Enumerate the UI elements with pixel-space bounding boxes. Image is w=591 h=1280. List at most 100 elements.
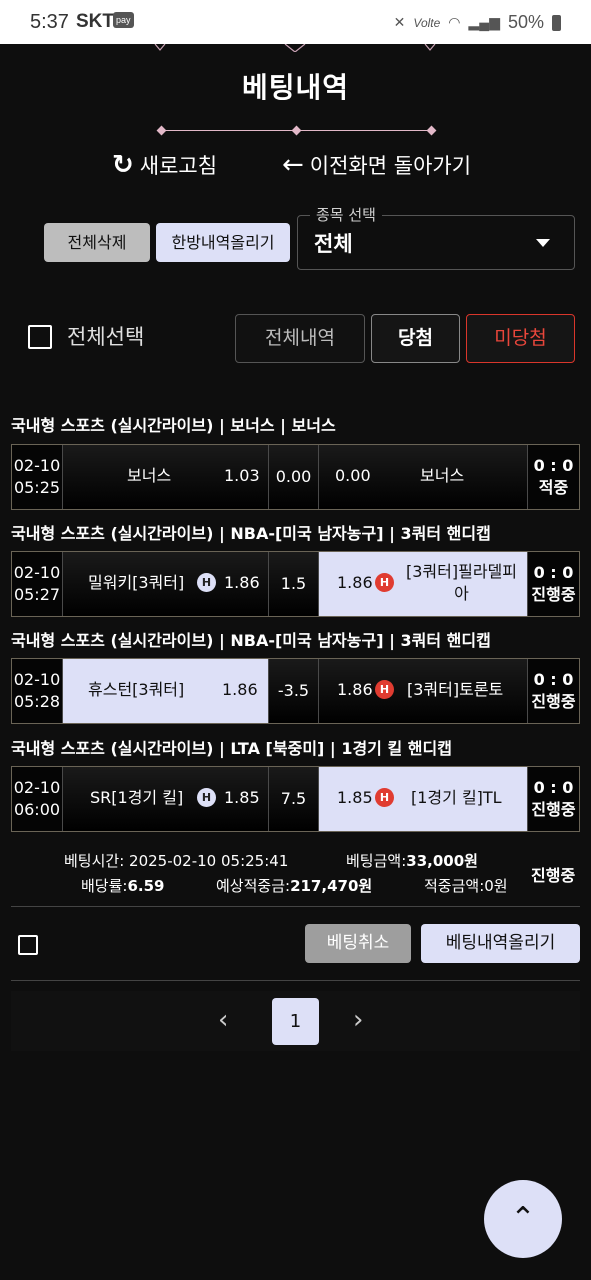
- bet-result: 진행중: [531, 800, 576, 819]
- away-badge-icon: H: [375, 788, 394, 807]
- bet-date: 02-10: [13, 778, 61, 797]
- odds-summary: 배당률:6.59: [81, 875, 164, 896]
- bet-date: 02-10: [13, 670, 61, 689]
- away-pick[interactable]: 1.86 H [3쿼터]토론토: [319, 659, 527, 723]
- bet-row: 02-10 06:00 SR[1경기 킬] H 1.85 7.5 1.85 H …: [11, 766, 580, 832]
- bet-time: 05:25: [13, 478, 61, 497]
- home-team: 보너스: [127, 466, 172, 485]
- bet-status: 0 : 0 적중: [527, 445, 579, 509]
- bet-category-title: 국내형 스포츠 (실시간라이브) | NBA-[미국 남자농구] | 3쿼터 핸…: [11, 631, 491, 650]
- bet-category-title: 국내형 스포츠 (실시간라이브) | LTA [북중미] | 1경기 킬 핸디캡: [11, 739, 452, 758]
- mute-icon: ✕: [393, 14, 406, 30]
- away-badge-icon: H: [375, 680, 394, 699]
- away-team: [1경기 킬]TL: [411, 788, 502, 807]
- wifi-icon: ◠: [448, 14, 461, 30]
- home-odds: 1.86: [222, 680, 258, 699]
- expected-summary: 예상적중금:217,470원: [216, 875, 372, 896]
- bet-category-title: 국내형 스포츠 (실시간라이브) | NBA-[미국 남자농구] | 3쿼터 핸…: [11, 524, 491, 543]
- bet-time: 05:28: [13, 692, 61, 711]
- bet-result: 진행중: [531, 692, 576, 711]
- home-team: 밀워키[3쿼터]: [88, 573, 185, 592]
- bet-row: 02-10 05:27 밀워키[3쿼터] H 1.86 1.5 1.86 H […: [11, 551, 580, 617]
- handicap-value: 0.00: [268, 445, 319, 509]
- filter-win-button[interactable]: 당첨: [371, 314, 460, 363]
- refresh-button[interactable]: ↻ 새로고침: [112, 150, 217, 180]
- volte-icon: Volte: [413, 15, 441, 30]
- away-pick-selected[interactable]: 1.86 H [3쿼터]필라델피 아: [319, 552, 527, 616]
- back-label: 이전화면 돌아가기: [309, 154, 472, 178]
- scroll-top-button[interactable]: ⌃: [484, 1180, 562, 1258]
- home-pick-selected[interactable]: 휴스턴[3쿼터] 1.86: [62, 659, 268, 723]
- away-team-line2: 아: [454, 584, 469, 603]
- home-pick[interactable]: SR[1경기 킬] H 1.85: [62, 767, 268, 831]
- bet-result: 적중: [538, 478, 569, 497]
- bet-row: 02-10 05:28 휴스턴[3쿼터] 1.86 -3.5 1.86 H [3…: [11, 658, 580, 724]
- bet-score: 0 : 0: [533, 670, 574, 689]
- select-all-label: 전체선택: [67, 325, 145, 349]
- bet-status: 0 : 0 진행중: [527, 767, 579, 831]
- caret-down-icon: [536, 239, 550, 247]
- won-value: 0원: [484, 877, 508, 895]
- bet-score: 0 : 0: [533, 563, 574, 582]
- home-badge-icon: H: [197, 788, 216, 807]
- bet-time-value: 2025-02-10 05:25:41: [129, 852, 289, 870]
- home-odds: 1.85: [224, 788, 260, 807]
- status-bar: 5:37 SKT pay ✕ Volte ◠ ▂▄▆ 50%: [0, 0, 591, 44]
- bet-time-label: 베팅시간:: [64, 852, 125, 870]
- bet-status: 0 : 0 진행중: [527, 659, 579, 723]
- divider: [11, 980, 580, 981]
- battery-level: 50%: [507, 12, 544, 32]
- sport-select-value: 전체: [314, 232, 353, 256]
- bet-category-title: 국내형 스포츠 (실시간라이브) | 보너스 | 보너스: [11, 416, 336, 435]
- home-pick[interactable]: 보너스 1.03: [62, 445, 268, 509]
- bet-date: 02-10: [13, 456, 61, 475]
- away-team: [3쿼터]토론토: [407, 680, 504, 699]
- chevron-left-icon[interactable]: ‹: [218, 1005, 228, 1035]
- home-badge-icon: H: [197, 573, 216, 592]
- away-odds: 1.86: [337, 680, 373, 699]
- sport-select-label: 종목 선택: [310, 204, 382, 225]
- home-team: SR[1경기 킬]: [90, 788, 184, 807]
- back-button[interactable]: ← 이전화면 돌아가기: [282, 150, 471, 180]
- home-odds: 1.86: [224, 573, 260, 592]
- page-button-current[interactable]: 1: [272, 998, 319, 1045]
- header-ornament: [154, 44, 436, 52]
- bet-time: 05:27: [13, 585, 61, 604]
- expected-label: 예상적중금:: [216, 877, 291, 895]
- bet-row: 02-10 05:25 보너스 1.03 0.00 0.00 보너스 0 : 0…: [11, 444, 580, 510]
- bet-date: 02-10: [13, 563, 61, 582]
- away-team: 보너스: [420, 466, 465, 485]
- upload-bet-button[interactable]: 베팅내역올리기: [421, 924, 580, 963]
- handicap-value: 7.5: [268, 767, 319, 831]
- filter-all-button[interactable]: 전체내역: [235, 314, 365, 363]
- handicap-value: -3.5: [268, 659, 319, 723]
- away-odds: 0.00: [335, 466, 371, 485]
- away-odds: 1.85: [337, 788, 373, 807]
- bet-select-checkbox[interactable]: [18, 935, 38, 955]
- bet-amount-label: 베팅금액:: [346, 852, 407, 870]
- upload-all-button[interactable]: 한방내역올리기: [156, 223, 290, 262]
- status-time: 5:37: [30, 11, 69, 33]
- delete-all-button[interactable]: 전체삭제: [44, 223, 150, 262]
- battery-icon: [552, 14, 561, 31]
- home-pick[interactable]: 밀워키[3쿼터] H 1.86: [62, 552, 268, 616]
- away-team-line1: [3쿼터]필라델피: [406, 562, 517, 581]
- handicap-value: 1.5: [268, 552, 319, 616]
- signal-icon: ▂▄▆: [468, 14, 500, 30]
- arrow-left-icon: ←: [282, 150, 304, 180]
- select-all-checkbox[interactable]: [28, 325, 52, 349]
- status-carrier: SKT: [76, 11, 114, 32]
- refresh-icon: ↻: [112, 150, 134, 180]
- chevron-right-icon[interactable]: ›: [353, 1005, 363, 1035]
- away-pick[interactable]: 0.00 보너스: [319, 445, 527, 509]
- bet-score: 0 : 0: [533, 456, 574, 475]
- odds-value: 6.59: [127, 877, 165, 895]
- bet-score: 0 : 0: [533, 778, 574, 797]
- cancel-bet-button[interactable]: 베팅취소: [305, 924, 411, 963]
- away-badge-icon: H: [375, 573, 394, 592]
- bet-amount-summary: 베팅금액:33,000원: [346, 850, 478, 871]
- filter-lose-button[interactable]: 미당첨: [466, 314, 575, 363]
- bet-datetime: 02-10 06:00: [12, 767, 62, 831]
- bet-time-summary: 베팅시간: 2025-02-10 05:25:41: [64, 850, 288, 871]
- away-pick-selected[interactable]: 1.85 H [1경기 킬]TL: [319, 767, 527, 831]
